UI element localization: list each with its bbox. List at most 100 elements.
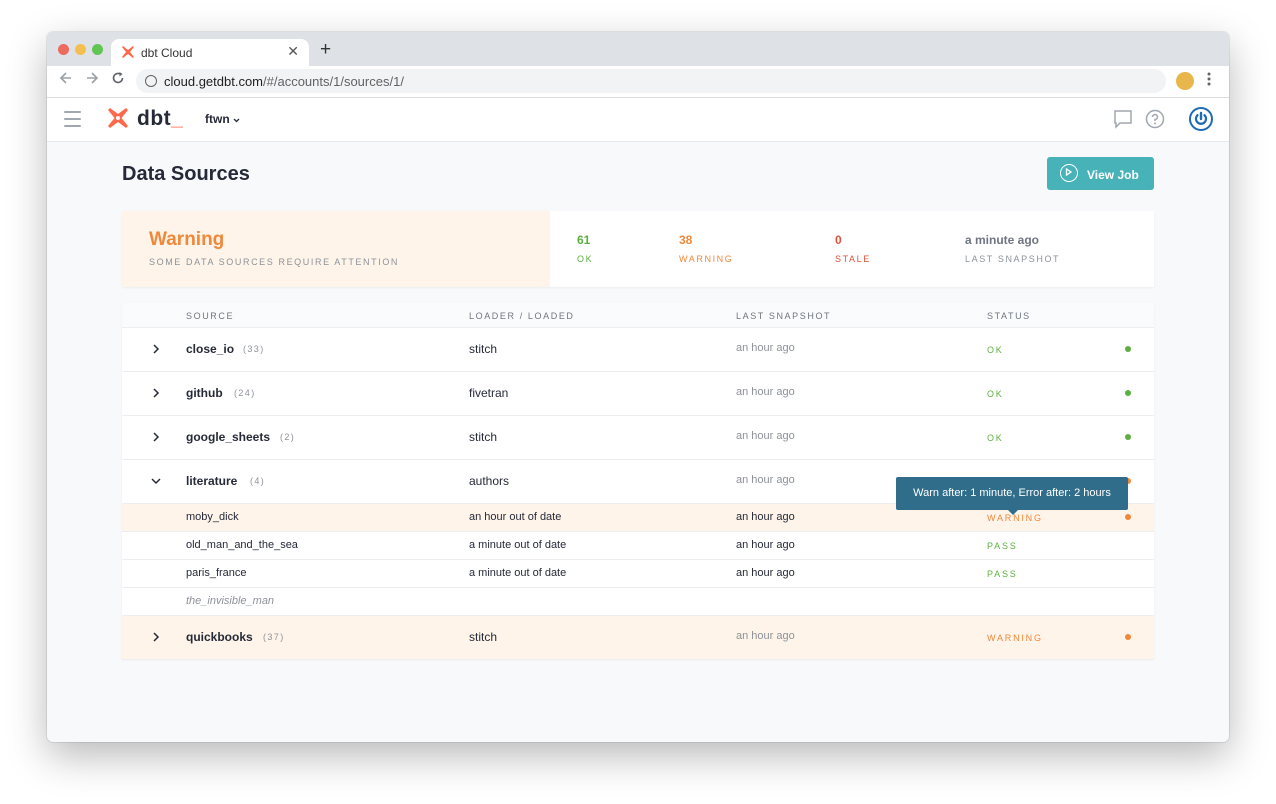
source-loader: fivetran	[469, 386, 509, 400]
chevron-right-icon[interactable]	[150, 431, 162, 443]
reload-icon[interactable]	[111, 71, 125, 89]
dbt-logo-icon	[121, 45, 135, 64]
stat-label: OK	[577, 254, 594, 264]
source-table-count: (24)	[234, 388, 256, 398]
status-badge: PASS	[987, 541, 1018, 551]
browser-window: dbt Cloud ✕ + cloud.getdbt.com/#/account…	[47, 32, 1229, 742]
close-tab-icon[interactable]: ✕	[287, 43, 299, 60]
table-name[interactable]: moby_dick	[186, 511, 239, 523]
url-field[interactable]: cloud.getdbt.com/#/accounts/1/sources/1/	[136, 69, 1166, 93]
source-last-snapshot: an hour ago	[736, 474, 795, 486]
source-table-count: (4)	[250, 476, 266, 486]
stat-value: 0	[835, 233, 842, 247]
minimize-window-button[interactable]	[75, 44, 86, 55]
summary-subtitle: SOME DATA SOURCES REQUIRE ATTENTION	[149, 257, 400, 267]
source-row[interactable]: close_io (33) stitch an hour ago OK	[122, 328, 1154, 372]
source-name[interactable]: literature	[186, 474, 237, 488]
source-table-count: (37)	[263, 632, 285, 642]
column-header-loader: LOADER / LOADED	[469, 311, 575, 321]
table-last-snapshot: an hour ago	[736, 567, 795, 579]
browser-menu-icon[interactable]	[1207, 72, 1211, 86]
browser-tab-strip: dbt Cloud ✕ +	[47, 32, 1229, 66]
dbt-brand[interactable]: dbt_	[107, 107, 183, 134]
table-name[interactable]: the_invisible_man	[186, 595, 274, 607]
forward-arrow-icon[interactable]	[85, 71, 99, 89]
tab-title: dbt Cloud	[141, 46, 193, 60]
chat-icon[interactable]	[1113, 109, 1133, 134]
column-header-last-snapshot: LAST SNAPSHOT	[736, 311, 832, 321]
stat-label: STALE	[835, 254, 871, 264]
tooltip-arrow	[1008, 510, 1018, 515]
table-name[interactable]: paris_france	[186, 567, 247, 579]
source-loader: stitch	[469, 430, 498, 444]
summary-status-panel: Warning SOME DATA SOURCES REQUIRE ATTENT…	[122, 211, 550, 287]
source-loader: stitch	[469, 342, 498, 356]
view-job-label: View Job	[1087, 168, 1139, 182]
table-row[interactable]: paris_france a minute out of date an hour …	[122, 560, 1154, 588]
chevron-right-icon[interactable]	[150, 343, 162, 355]
table-name[interactable]: old_man_and_the_sea	[186, 539, 298, 551]
table-loaded: a minute out of date	[469, 539, 567, 551]
source-last-snapshot: an hour ago	[736, 630, 795, 642]
chevron-right-icon[interactable]	[150, 387, 162, 399]
dbt-logo-icon	[107, 108, 129, 133]
play-icon	[1060, 164, 1078, 182]
url-host: cloud.getdbt.com	[164, 74, 264, 89]
profile-avatar[interactable]	[1176, 72, 1194, 90]
table-loaded: an hour out of date	[469, 511, 562, 523]
source-loader: stitch	[469, 630, 498, 644]
status-dot	[1125, 346, 1131, 352]
source-table-count: (33)	[243, 344, 265, 354]
source-row[interactable]: quickbooks (37) stitch an hour ago WARNING	[122, 616, 1154, 660]
source-table-count: (2)	[280, 432, 296, 442]
maximize-window-button[interactable]	[92, 44, 103, 55]
status-badge: OK	[987, 389, 1004, 399]
globe-icon	[145, 75, 157, 87]
source-last-snapshot: an hour ago	[736, 386, 795, 398]
address-bar: cloud.getdbt.com/#/accounts/1/sources/1/	[47, 66, 1229, 98]
table-last-snapshot: an hour ago	[736, 511, 795, 523]
source-row[interactable]: google_sheets (2) stitch an hour ago OK	[122, 416, 1154, 460]
freshness-tooltip: Warn after: 1 minute, Error after: 2 hou…	[896, 477, 1128, 515]
hamburger-menu-icon[interactable]	[64, 111, 81, 132]
status-dot	[1125, 434, 1131, 440]
summary-state: Warning	[149, 229, 225, 250]
source-name[interactable]: close_io	[186, 342, 234, 356]
table-row[interactable]: old_man_and_the_sea a minute out of date a…	[122, 532, 1154, 560]
summary-card: Warning SOME DATA SOURCES REQUIRE ATTENT…	[122, 211, 1154, 287]
app-header: dbt_ ftwn	[47, 98, 1229, 142]
account-name: ftwn	[205, 112, 230, 126]
source-last-snapshot: an hour ago	[736, 342, 795, 354]
status-badge: OK	[987, 345, 1004, 355]
status-badge: OK	[987, 433, 1004, 443]
close-window-button[interactable]	[58, 44, 69, 55]
tooltip-text: Warn after: 1 minute, Error after: 2 hou…	[913, 487, 1111, 499]
brand-name: dbt_	[137, 107, 184, 130]
table-loaded: a minute out of date	[469, 567, 567, 579]
power-icon[interactable]	[1189, 107, 1213, 131]
chevron-right-icon[interactable]	[150, 631, 162, 643]
view-job-button[interactable]: View Job	[1047, 157, 1154, 190]
stat-label: LAST SNAPSHOT	[965, 254, 1061, 264]
source-name[interactable]: google_sheets	[186, 430, 270, 444]
source-name[interactable]: quickbooks	[186, 630, 253, 644]
url-text: cloud.getdbt.com/#/accounts/1/sources/1/	[164, 74, 404, 89]
url-path: /#/accounts/1/sources/1/	[263, 74, 404, 89]
source-row[interactable]: github (24) fivetran an hour ago OK	[122, 372, 1154, 416]
status-badge: WARNING	[987, 633, 1043, 643]
browser-tab[interactable]: dbt Cloud ✕	[111, 39, 309, 66]
page-title: Data Sources	[122, 163, 250, 185]
back-arrow-icon[interactable]	[59, 71, 73, 89]
stat-value: a minute ago	[965, 233, 1040, 247]
table-row[interactable]: the_invisible_man	[122, 588, 1154, 616]
column-header-source: SOURCE	[186, 311, 235, 321]
source-name[interactable]: github	[186, 386, 223, 400]
account-selector[interactable]: ftwn	[205, 112, 240, 126]
stat-value: 61	[577, 233, 591, 247]
chevron-down-icon[interactable]	[150, 475, 162, 487]
table-header: SOURCE LOADER / LOADED LAST SNAPSHOT STA…	[122, 303, 1154, 328]
status-dot	[1125, 390, 1131, 396]
help-icon[interactable]	[1145, 109, 1165, 134]
status-dot	[1125, 634, 1131, 640]
new-tab-button[interactable]: +	[320, 40, 331, 59]
